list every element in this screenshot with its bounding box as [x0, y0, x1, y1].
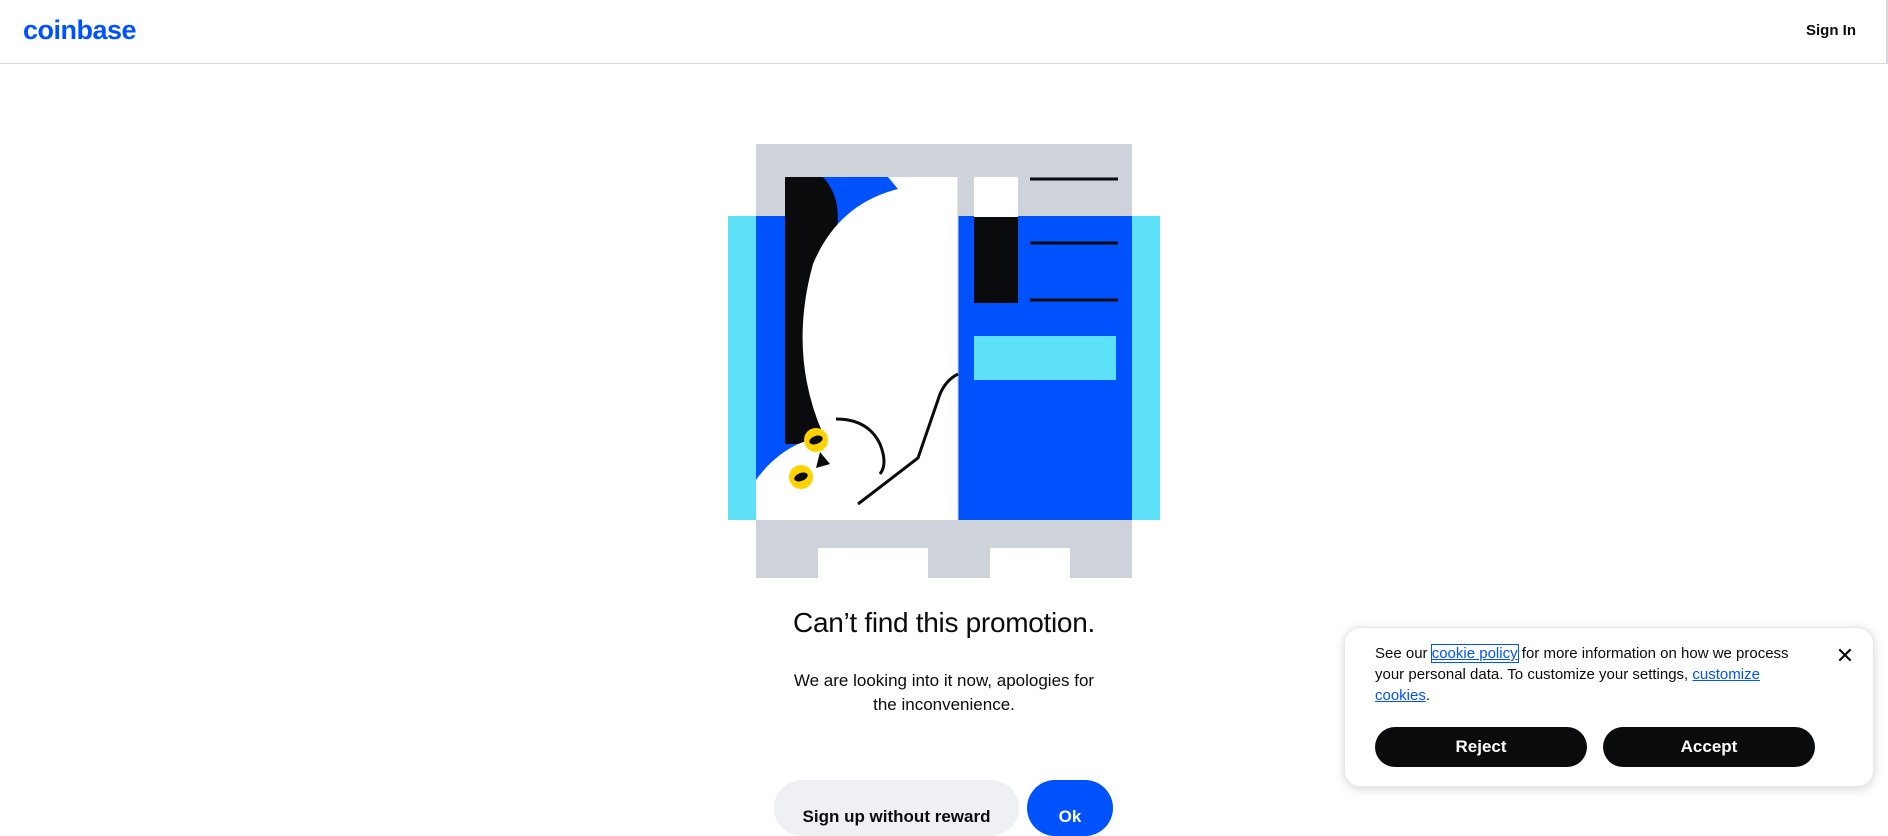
- reject-cookies-button[interactable]: Reject: [1375, 727, 1587, 767]
- owl-window-illustration: [728, 144, 1160, 578]
- close-icon[interactable]: ✕: [1833, 644, 1857, 668]
- coinbase-logo[interactable]: coinbase: [23, 15, 137, 46]
- cookie-text-after: .: [1425, 687, 1431, 704]
- sign-in-link[interactable]: Sign In: [1806, 22, 1856, 39]
- accept-cookies-button[interactable]: Accept: [1603, 727, 1815, 767]
- top-nav: coinbase Sign In: [0, 0, 1888, 64]
- cookie-banner: See our cookie policy for more informati…: [1344, 627, 1874, 787]
- page-subtitle: We are looking into it now, apologies fo…: [793, 671, 1095, 714]
- cookie-text-before: See our: [1375, 645, 1432, 662]
- cookie-policy-link[interactable]: cookie policy: [1430, 644, 1519, 663]
- ok-button[interactable]: Ok: [1027, 780, 1113, 836]
- sign-up-without-reward-button[interactable]: Sign up without reward: [774, 780, 1019, 836]
- cookie-message: See our cookie policy for more informati…: [1375, 643, 1805, 706]
